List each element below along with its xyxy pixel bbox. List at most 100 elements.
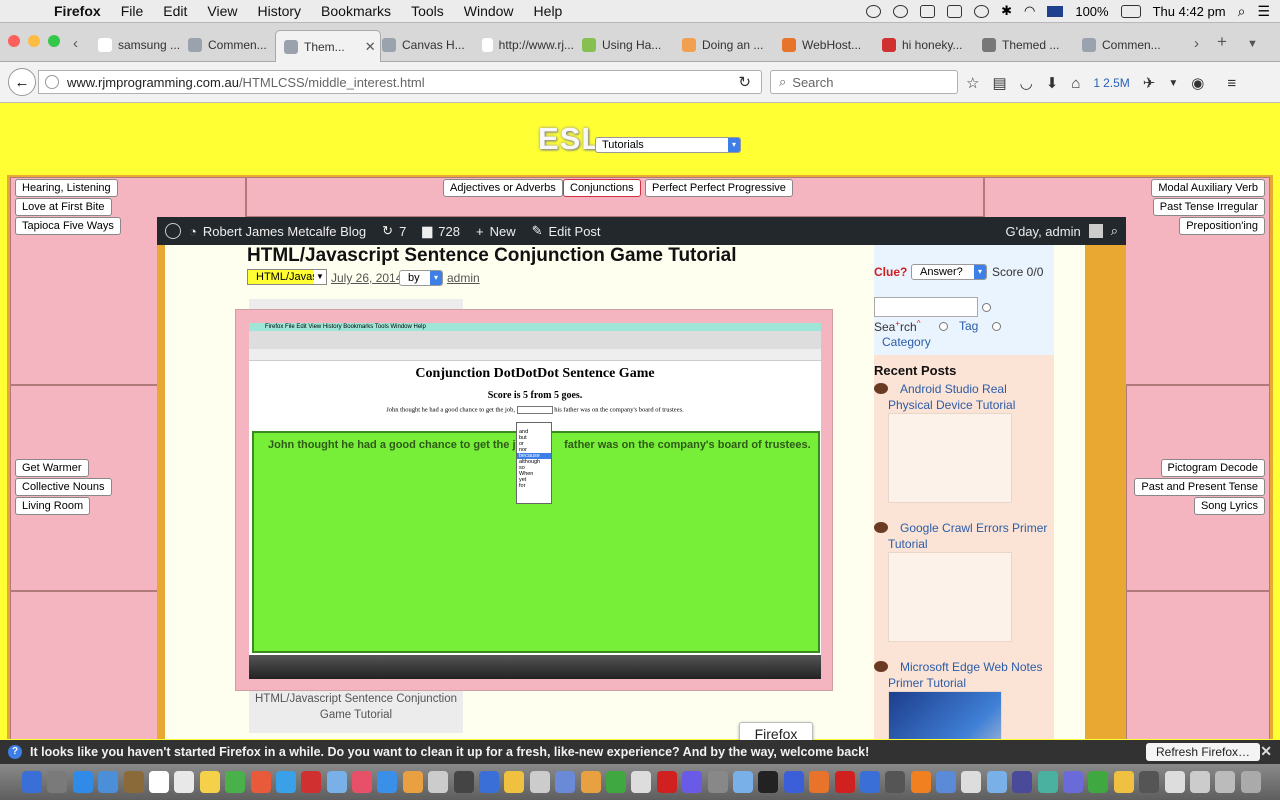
dock-app-icon[interactable] bbox=[1088, 771, 1109, 793]
dock-app-icon[interactable] bbox=[199, 771, 220, 793]
dock-app-icon[interactable] bbox=[732, 771, 753, 793]
close-window-icon[interactable] bbox=[8, 35, 20, 47]
dock-app-icon[interactable] bbox=[605, 771, 626, 793]
dock-app-icon[interactable] bbox=[859, 771, 880, 793]
spotlight-icon[interactable]: ⌕ bbox=[1238, 3, 1246, 20]
dock-app-icon[interactable] bbox=[910, 771, 931, 793]
dock-app-icon[interactable] bbox=[225, 771, 246, 793]
recent-post-link[interactable]: Google Crawl Errors Primer Tutorial bbox=[874, 520, 1053, 552]
zoom-window-icon[interactable] bbox=[48, 35, 60, 47]
dock-app-icon[interactable] bbox=[123, 771, 144, 793]
refresh-firefox-button[interactable]: Refresh Firefox… bbox=[1146, 743, 1261, 761]
dock-app-icon[interactable] bbox=[1240, 771, 1261, 793]
search-box[interactable]: ⌕ Search bbox=[770, 70, 958, 94]
browser-tab[interactable]: Commen... bbox=[180, 33, 280, 57]
pocket-icon[interactable]: ◡ bbox=[1020, 74, 1033, 92]
comments-link[interactable]: ▆ 728 bbox=[414, 223, 468, 239]
dock-app-icon[interactable] bbox=[758, 771, 779, 793]
minimize-window-icon[interactable] bbox=[28, 35, 40, 47]
status-app-icon[interactable] bbox=[866, 4, 882, 18]
recent-post-thumbnail[interactable] bbox=[888, 413, 1012, 503]
wordpress-logo-icon[interactable] bbox=[165, 223, 181, 239]
downloads-icon[interactable]: ⬇ bbox=[1046, 74, 1059, 92]
dock-app-icon[interactable] bbox=[352, 771, 373, 793]
status-b-icon[interactable] bbox=[893, 4, 909, 18]
post-title[interactable]: HTML/Javascript Sentence Conjunction Gam… bbox=[247, 245, 737, 267]
dock-app-icon[interactable] bbox=[148, 771, 169, 793]
post-figure[interactable]: Firefox File Edit View History Bookmarks… bbox=[235, 309, 833, 691]
home-icon[interactable]: ⌂ bbox=[1071, 75, 1080, 92]
browser-tab[interactable]: Doing an ... bbox=[674, 33, 774, 57]
flag-au-icon[interactable] bbox=[1047, 5, 1064, 17]
dock-app-icon[interactable] bbox=[428, 771, 449, 793]
dock-app-icon[interactable] bbox=[529, 771, 550, 793]
browser-tab[interactable]: Canvas H... bbox=[374, 33, 474, 57]
btn-modal-auxiliary-verb[interactable]: Modal Auxiliary Verb bbox=[1151, 179, 1265, 197]
dock-app-icon[interactable] bbox=[555, 771, 576, 793]
notification-center-icon[interactable]: ☰ bbox=[1257, 3, 1270, 20]
dock-app-icon[interactable] bbox=[1215, 771, 1236, 793]
new-tab-icon[interactable]: + bbox=[1217, 32, 1227, 52]
menu-tools[interactable]: Tools bbox=[401, 3, 454, 19]
dock-app-icon[interactable] bbox=[402, 771, 423, 793]
recent-post-thumbnail[interactable] bbox=[888, 552, 1012, 642]
browser-tab[interactable]: Commen... bbox=[1074, 33, 1174, 57]
dock-app-icon[interactable] bbox=[809, 771, 830, 793]
dock-app-icon[interactable] bbox=[174, 771, 195, 793]
browser-tab[interactable]: samsung ... bbox=[90, 33, 190, 57]
avatar[interactable] bbox=[1088, 224, 1103, 238]
btn-tapioca-five-ways[interactable]: Tapioca Five Ways bbox=[15, 217, 121, 235]
bluetooth-icon[interactable]: ✱ bbox=[1001, 3, 1012, 19]
dock-app-icon[interactable] bbox=[22, 771, 42, 793]
tag-radio[interactable] bbox=[939, 322, 948, 331]
btn-collective-nouns[interactable]: Collective Nouns bbox=[15, 478, 112, 496]
clock[interactable]: Thu 4:42 pm bbox=[1153, 4, 1226, 19]
menu-help[interactable]: Help bbox=[524, 3, 573, 19]
dock-app-icon[interactable] bbox=[1012, 771, 1033, 793]
edit-post-link[interactable]: ✎ Edit Post bbox=[524, 223, 609, 239]
btn-song-lyrics[interactable]: Song Lyrics bbox=[1193, 497, 1265, 515]
dock-app-icon[interactable] bbox=[682, 771, 703, 793]
dock-app-icon[interactable] bbox=[631, 771, 652, 793]
extension-menu-icon[interactable]: ▼ bbox=[1168, 78, 1178, 89]
menu-firefox[interactable]: Firefox bbox=[44, 3, 111, 19]
dock-app-icon[interactable] bbox=[377, 771, 398, 793]
dock-app-icon[interactable] bbox=[783, 771, 804, 793]
menu-edit[interactable]: Edit bbox=[153, 3, 197, 19]
reading-list-icon[interactable]: ▤ bbox=[992, 74, 1006, 92]
globe-icon[interactable] bbox=[45, 75, 59, 89]
browser-tab[interactable]: Using Ha... bbox=[574, 33, 674, 57]
dock-app-icon[interactable] bbox=[936, 771, 957, 793]
browser-tab[interactable]: http://www.rj... bbox=[474, 33, 574, 57]
btn-love-at-first-bite[interactable]: Love at First Bite bbox=[15, 198, 112, 216]
chat-icon[interactable]: ◉ bbox=[1191, 74, 1204, 92]
url-bar[interactable]: www.rjmprogramming.com.au/HTMLCSS/middle… bbox=[38, 70, 762, 94]
dock-app-icon[interactable] bbox=[504, 771, 525, 793]
btn-past-and-present-tense[interactable]: Past and Present Tense bbox=[1134, 478, 1265, 496]
browser-tab[interactable]: Themed ... bbox=[974, 33, 1074, 57]
updates-link[interactable]: ↻ 7 bbox=[374, 223, 414, 239]
dock-app-icon[interactable] bbox=[1189, 771, 1210, 793]
btn-perfect-perfect-progressive[interactable]: Perfect Perfect Progressive bbox=[645, 179, 793, 197]
recent-post-link[interactable]: Microsoft Edge Web Notes Primer Tutorial bbox=[874, 659, 1053, 691]
dock-app-icon[interactable] bbox=[453, 771, 474, 793]
menu-file[interactable]: File bbox=[111, 3, 154, 19]
recent-post-link[interactable]: Android Studio Real Physical Device Tuto… bbox=[874, 381, 1053, 413]
dock-app-icon[interactable] bbox=[1113, 771, 1134, 793]
btn-hearing-listening[interactable]: Hearing, Listening bbox=[15, 179, 118, 197]
tabs-scroll-left-icon[interactable]: ‹ bbox=[73, 35, 78, 52]
airplay-icon[interactable] bbox=[947, 4, 963, 18]
tutorials-select[interactable]: Tutorials ▾ bbox=[595, 137, 741, 153]
dock-app-icon[interactable] bbox=[656, 771, 677, 793]
btn-pictogram-decode[interactable]: Pictogram Decode bbox=[1160, 459, 1265, 477]
time-machine-icon[interactable] bbox=[974, 4, 990, 18]
status-dashboard-icon[interactable] bbox=[920, 4, 936, 18]
dock-app-icon[interactable] bbox=[72, 771, 93, 793]
dock-app-icon[interactable] bbox=[250, 771, 271, 793]
wp-search-icon[interactable]: ⌕ bbox=[1111, 223, 1118, 239]
tabs-scroll-right-icon[interactable]: › bbox=[1194, 35, 1199, 52]
back-button[interactable]: ← bbox=[8, 68, 36, 96]
browser-tab[interactable]: Them... ✕ bbox=[275, 30, 381, 62]
post-category-select[interactable]: HTML/Javascript ▼ bbox=[247, 269, 327, 285]
btn-conjunctions[interactable]: Conjunctions bbox=[563, 179, 641, 197]
